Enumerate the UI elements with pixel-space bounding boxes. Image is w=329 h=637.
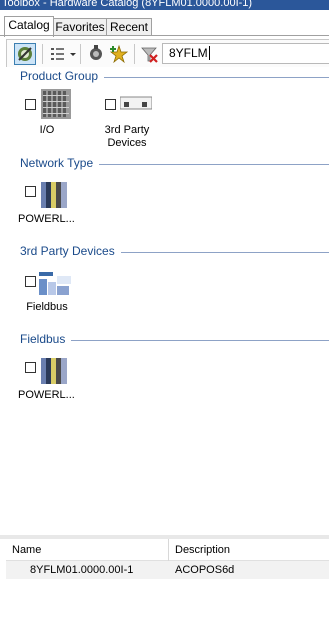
item-label: 3rd Party Devices: [104, 124, 150, 149]
toolbar-separator: [134, 44, 135, 64]
column-header-label: Name: [12, 544, 42, 556]
group-header-title: Network Type: [20, 156, 100, 170]
catalog-toolbar: 8YFLM: [6, 39, 329, 69]
list-view-icon: [51, 48, 64, 60]
column-header-name[interactable]: Name: [6, 539, 168, 561]
group-header-title: 3rd Party Devices: [20, 244, 121, 258]
search-input-value: 8YFLM: [169, 46, 208, 60]
clear-filter-icon: [141, 47, 158, 63]
chevron-down-icon: [70, 53, 76, 56]
group-header-title: Fieldbus: [20, 332, 72, 346]
tab-catalog[interactable]: Catalog: [4, 16, 54, 37]
filter-icon: [18, 47, 32, 61]
catalog-content: Product Group I/O 3rd Party Devices Netw…: [0, 67, 329, 535]
tab-favorites[interactable]: Favorites: [53, 18, 107, 36]
filter-button[interactable]: [14, 43, 36, 65]
item-checkbox[interactable]: [105, 99, 116, 110]
table-row[interactable]: 8YFLM01.0000.00I-1 ACOPOS6d: [6, 561, 329, 579]
catalog-item-3rd-party-devices[interactable]: 3rd Party Devices: [102, 89, 182, 149]
group-header-product-group[interactable]: Product Group: [20, 69, 329, 85]
tab-recent-label: Recent: [109, 20, 149, 34]
catalog-item-fieldbus[interactable]: Fieldbus: [22, 270, 102, 330]
network-icon: [90, 45, 102, 60]
tab-catalog-label: Catalog: [8, 18, 50, 32]
powerlink-icon: [41, 182, 67, 208]
window-title: Toolbox - Hardware Catalog (8YFLM01.0000…: [2, 0, 253, 9]
item-label: POWERL...: [18, 389, 75, 401]
star-add-icon: [109, 44, 129, 64]
item-checkbox[interactable]: [25, 186, 36, 197]
list-view-button[interactable]: [47, 43, 69, 65]
item-checkbox[interactable]: [25, 99, 36, 110]
toolbar-separator: [80, 44, 81, 64]
item-label: I/O: [39, 124, 55, 136]
tab-favorites-label: Favorites: [55, 20, 105, 34]
group-header-title: Product Group: [20, 69, 105, 83]
item-checkbox[interactable]: [25, 276, 36, 287]
group-header-3rd-party-devices[interactable]: 3rd Party Devices: [20, 244, 329, 260]
catalog-item-io[interactable]: I/O: [22, 89, 102, 149]
tab-divider: [0, 35, 329, 36]
item-label: Fieldbus: [26, 301, 68, 313]
network-button[interactable]: [85, 43, 107, 65]
column-header-description[interactable]: Description: [169, 539, 329, 561]
view-dropdown-button[interactable]: [68, 43, 78, 65]
io-module-icon: [41, 89, 71, 119]
column-header-label: Description: [175, 544, 231, 556]
item-checkbox[interactable]: [25, 362, 36, 373]
third-party-device-icon: [120, 96, 152, 110]
cell-description: ACOPOS6d: [175, 564, 235, 576]
results-panel: Name Description 8YFLM01.0000.00I-1 ACOP…: [6, 539, 329, 637]
powerlink-icon: [41, 358, 67, 384]
item-label: POWERL...: [18, 213, 75, 225]
catalog-item-powerlink[interactable]: POWERL...: [18, 182, 102, 242]
search-input[interactable]: 8YFLM: [162, 43, 329, 64]
group-header-fieldbus[interactable]: Fieldbus: [20, 332, 329, 348]
clear-filter-button[interactable]: [138, 43, 160, 65]
catalog-item-powerlink-fieldbus[interactable]: POWERL...: [18, 358, 102, 418]
tab-recent[interactable]: Recent: [106, 18, 152, 36]
group-header-network-type[interactable]: Network Type: [20, 156, 329, 172]
window-title-bar: Toolbox - Hardware Catalog (8YFLM01.0000…: [0, 0, 329, 10]
tab-strip: Catalog Favorites Recent: [0, 16, 329, 37]
add-favorite-button[interactable]: [108, 43, 130, 65]
cell-name: 8YFLM01.0000.00I-1: [30, 564, 134, 576]
fieldbus-icon: [39, 272, 71, 295]
toolbar-separator: [42, 44, 43, 64]
